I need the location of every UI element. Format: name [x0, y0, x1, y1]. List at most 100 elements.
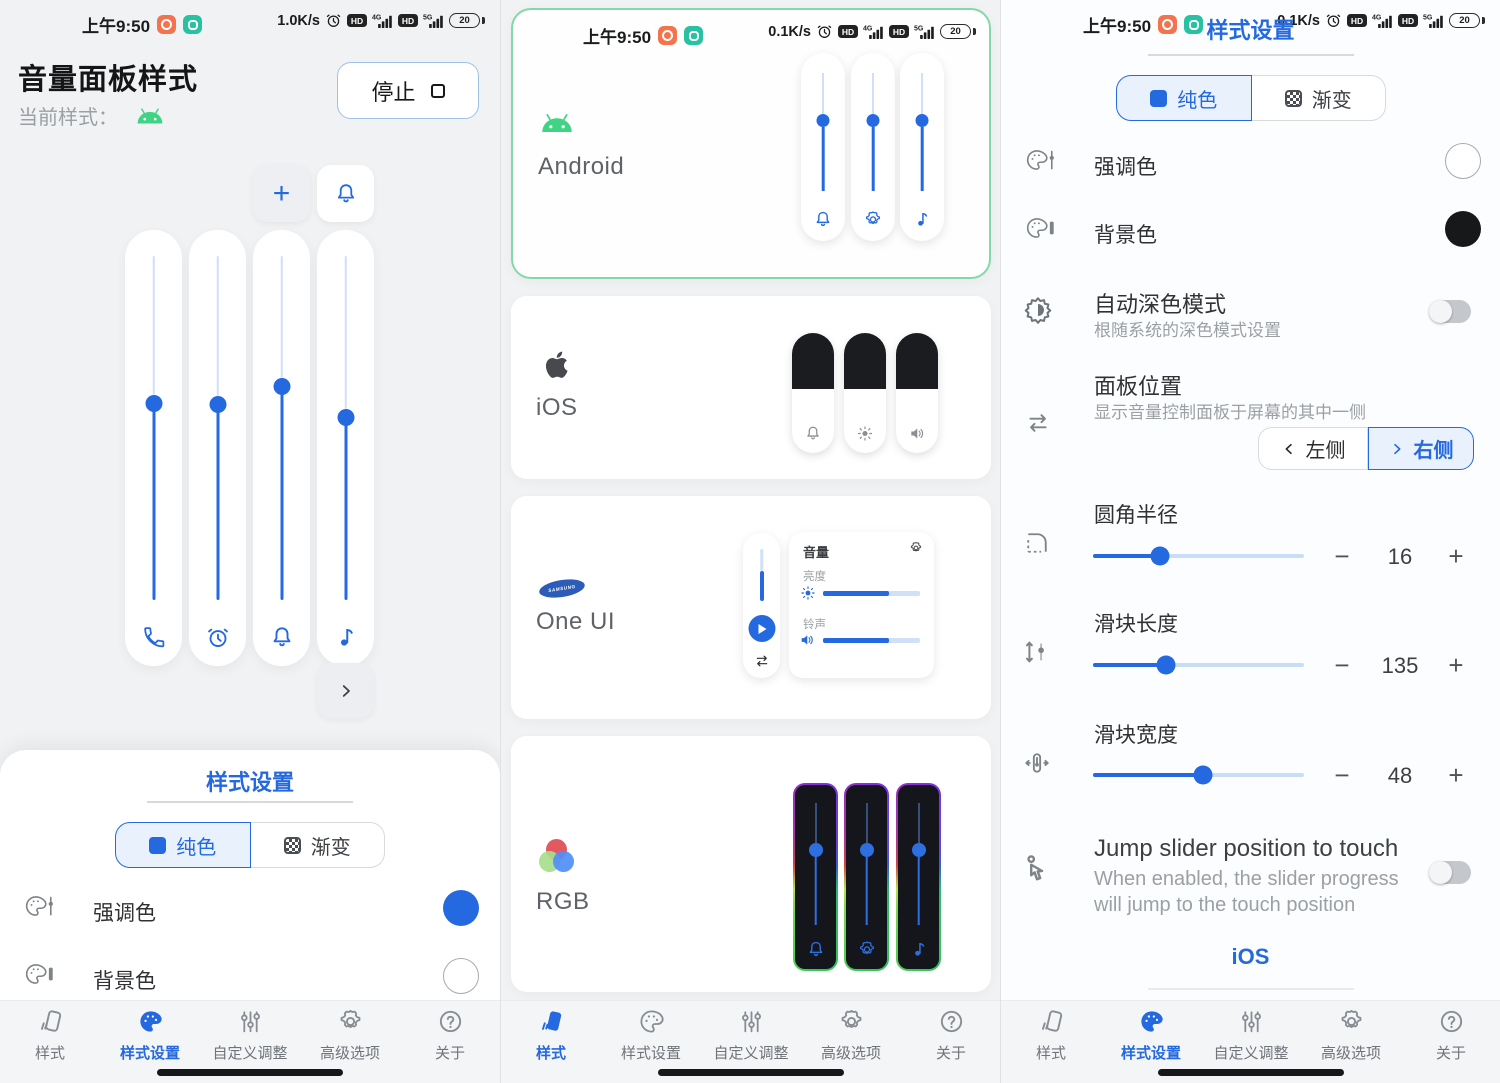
card-name: One UI	[536, 608, 615, 636]
brightness-icon	[857, 425, 874, 442]
nav-item-style-settings[interactable]: 样式设置	[1101, 1008, 1201, 1063]
bell-icon	[814, 210, 833, 229]
palette-background-icon	[24, 961, 54, 987]
media-volume-slider[interactable]	[317, 230, 374, 666]
position-right-button[interactable]: 右侧	[1368, 427, 1474, 470]
position-left-button[interactable]: 左侧	[1258, 427, 1368, 470]
plus-button[interactable]: +	[1443, 541, 1469, 572]
tab-solid-color[interactable]: 纯色	[115, 822, 251, 868]
corner-radius-value: 16	[1369, 544, 1431, 570]
jump-slider-toggle[interactable]	[1429, 861, 1471, 884]
nav-item-style-settings[interactable]: 样式设置	[100, 1008, 200, 1063]
question-icon	[1438, 1008, 1465, 1035]
nav-item-style-settings[interactable]: 样式设置	[601, 1008, 701, 1063]
nav-item-about[interactable]: 关于	[400, 1008, 500, 1063]
minus-button[interactable]: −	[1329, 650, 1355, 681]
tab-gradient[interactable]: 渐变	[251, 822, 386, 868]
nav-item-custom-adjust[interactable]: 自定义调整	[701, 1008, 801, 1063]
nav-item-style[interactable]: 样式	[0, 1008, 100, 1063]
stop-button[interactable]: 停止	[337, 62, 479, 119]
divider	[1148, 988, 1354, 990]
nav-item-custom-adjust[interactable]: 自定义调整	[200, 1008, 300, 1063]
slider-thumb[interactable]	[145, 395, 162, 412]
tab-solid-color[interactable]: 纯色	[1116, 75, 1252, 121]
accent-color-label: 强调色	[93, 897, 156, 927]
slider-thumb[interactable]	[209, 396, 226, 413]
plus-button[interactable]: +	[1443, 650, 1469, 681]
page-title: 音量面板样式	[18, 56, 198, 98]
slider-width-slider[interactable]	[1093, 773, 1304, 777]
auto-dark-mode-subtitle: 根随系统的深色模式设置	[1094, 316, 1281, 341]
swap-arrows-icon	[754, 653, 770, 669]
nav-item-about[interactable]: 关于	[1401, 1008, 1500, 1063]
nav-item-custom-adjust[interactable]: 自定义调整	[1201, 1008, 1301, 1063]
preview-slider	[793, 783, 838, 971]
tab-gradient[interactable]: 渐变	[1252, 75, 1387, 121]
dark-mode-toggle[interactable]	[1429, 300, 1471, 323]
signal-4g-icon: 4G	[863, 23, 884, 40]
nav-item-style[interactable]: 样式	[501, 1008, 601, 1063]
ring-volume-slider[interactable]	[253, 230, 310, 666]
corner-radius-slider[interactable]	[1093, 554, 1304, 558]
call-volume-slider[interactable]	[125, 230, 182, 666]
slider-thumb[interactable]	[273, 378, 290, 395]
brightness-label: 亮度	[803, 568, 826, 584]
accent-color-swatch[interactable]	[1445, 143, 1481, 179]
plus-icon: +	[273, 179, 291, 209]
solid-color-icon	[1150, 90, 1167, 107]
network-speed: 0.1K/s	[768, 24, 811, 40]
sliders-icon	[738, 1008, 765, 1035]
slider-thumb[interactable]	[1157, 656, 1176, 675]
middle-phone-screen: 上午9:50 0.1K/s HD 4G HD 5G 20 Android	[500, 0, 1000, 1083]
notification-app-icon	[658, 26, 677, 45]
background-color-swatch[interactable]	[1445, 211, 1481, 247]
card-name: RGB	[536, 888, 590, 916]
add-stream-button[interactable]: +	[253, 165, 310, 222]
slider-thumb[interactable]	[337, 409, 354, 426]
preview-slider	[896, 783, 941, 971]
style-card-android[interactable]: 上午9:50 0.1K/s HD 4G HD 5G 20 Android	[511, 8, 991, 279]
preview-slider	[844, 783, 889, 971]
nav-item-advanced[interactable]: 高级选项	[300, 1008, 400, 1063]
plus-button[interactable]: +	[1443, 760, 1469, 791]
divider	[1148, 54, 1354, 56]
background-color-swatch[interactable]	[443, 958, 479, 994]
slider-length-value: 135	[1369, 653, 1431, 679]
accent-color-swatch[interactable]	[443, 890, 479, 926]
music-icon	[913, 210, 932, 229]
minus-button[interactable]: −	[1329, 541, 1355, 572]
slider-thumb[interactable]	[1151, 547, 1170, 566]
divider	[147, 801, 353, 803]
play-icon	[748, 615, 775, 642]
slider-length-slider[interactable]	[1093, 663, 1304, 667]
alarm-icon	[205, 625, 230, 650]
page-title: 样式设置	[1001, 13, 1500, 45]
preview-mini-slider	[743, 533, 780, 678]
home-indicator[interactable]	[658, 1069, 844, 1076]
chevron-right-icon	[337, 682, 355, 700]
speaker-icon	[909, 425, 926, 442]
style-card-ios[interactable]: iOS	[511, 296, 991, 479]
alarm-volume-slider[interactable]	[189, 230, 246, 666]
minus-button[interactable]: −	[1329, 760, 1355, 791]
home-indicator[interactable]	[157, 1069, 343, 1076]
home-indicator[interactable]	[1158, 1069, 1344, 1076]
palette-accent-icon	[24, 893, 54, 919]
expand-button[interactable]	[317, 663, 374, 718]
brightness-icon	[800, 585, 816, 601]
style-card-oneui[interactable]: SAMSUNG One UI 音量 亮度 铃声	[511, 496, 991, 719]
style-card-rgb[interactable]: RGB	[511, 736, 991, 992]
battery-icon: 20	[940, 24, 971, 39]
nav-item-advanced[interactable]: 高级选项	[801, 1008, 901, 1063]
preview-slider	[801, 53, 845, 241]
nav-item-style[interactable]: 样式	[1001, 1008, 1101, 1063]
nav-item-advanced[interactable]: 高级选项	[1301, 1008, 1401, 1063]
style-icon	[1038, 1008, 1065, 1035]
rgb-icon	[539, 839, 575, 873]
nav-item-about[interactable]: 关于	[901, 1008, 1000, 1063]
slider-width-label: 滑块宽度	[1094, 719, 1178, 749]
slider-thumb[interactable]	[1194, 766, 1213, 785]
signal-4g-icon: 4G	[372, 12, 393, 29]
ring-mode-button[interactable]	[317, 165, 374, 222]
notification-app-icon-2	[684, 26, 703, 45]
